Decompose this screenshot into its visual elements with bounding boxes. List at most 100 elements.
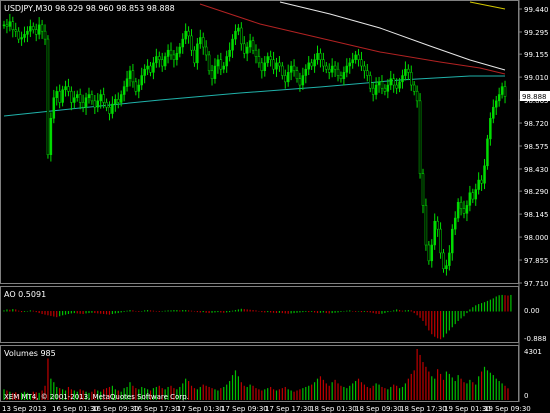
candle-body — [87, 94, 91, 98]
price-level-label: 99.010 — [524, 74, 549, 82]
chart-canvas: 99.44099.29599.15599.01098.86598.72098.5… — [0, 0, 550, 413]
candle-body — [486, 138, 489, 167]
candle-body — [357, 54, 360, 60]
candle-body — [96, 100, 100, 108]
candle-body — [421, 173, 425, 206]
candle-body — [462, 208, 466, 214]
candle-body — [61, 89, 64, 103]
candle-body — [20, 37, 23, 40]
price-level-label: 98.290 — [524, 188, 549, 196]
candle-body — [122, 86, 126, 95]
ao-histogram — [3, 294, 512, 340]
candle-body — [76, 94, 79, 98]
candle-body — [119, 94, 123, 103]
candle-body — [304, 68, 308, 76]
candle-body — [111, 103, 114, 114]
candle-body — [494, 100, 498, 108]
candle-body — [333, 65, 337, 70]
candle-body — [201, 37, 205, 48]
time-label: 13 Sep 2013 — [2, 405, 46, 413]
time-label: 18 Sep 09:30 — [355, 405, 402, 413]
candle-body — [483, 165, 486, 184]
candle-body — [266, 56, 269, 64]
candle-body — [342, 72, 346, 79]
candle-body — [99, 94, 102, 102]
candle-body — [70, 91, 73, 103]
candle-body — [102, 94, 105, 103]
price-level-label: 99.295 — [524, 29, 549, 37]
candle-body — [199, 37, 202, 45]
candle-body — [225, 56, 228, 67]
candle-body — [439, 228, 442, 254]
candle-body — [269, 56, 272, 60]
candle-body — [295, 70, 299, 79]
time-axis-labels: 13 Sep 2013 16 Sep 01:3016 Sep 09:3016 Se… — [2, 405, 531, 413]
candle-body — [169, 49, 173, 56]
candle-body — [325, 65, 328, 70]
candle-body — [392, 78, 395, 86]
price-level-label: 98.430 — [524, 166, 549, 174]
candle-body — [8, 21, 12, 27]
candle-body — [219, 59, 223, 70]
candle-body — [231, 38, 234, 51]
candle-body — [172, 54, 176, 60]
candlesticks — [2, 13, 507, 276]
candle-body — [336, 68, 340, 76]
candle-body — [140, 75, 143, 86]
candle-body — [351, 59, 354, 64]
current-price-label: 98.888 — [522, 93, 547, 101]
candle-body — [152, 62, 155, 73]
candle-body — [14, 29, 17, 32]
candle-body — [348, 62, 351, 67]
candle-body — [307, 62, 310, 70]
candle-body — [430, 244, 434, 262]
time-label: 18 Sep 17:30 — [400, 405, 447, 413]
candle-body — [43, 30, 47, 40]
candle-body — [445, 265, 448, 269]
candle-body — [451, 228, 454, 254]
candle-body — [319, 53, 322, 60]
candle-body — [207, 54, 211, 72]
candle-body — [453, 217, 457, 230]
candle-body — [160, 59, 164, 67]
candle-body — [131, 70, 135, 83]
candle-body — [316, 53, 319, 60]
candle-body — [363, 65, 366, 72]
candle-body — [237, 27, 240, 32]
candle-body — [2, 24, 6, 27]
candle-body — [260, 62, 264, 72]
candle-body — [137, 84, 141, 92]
candle-body — [248, 40, 252, 48]
candle-body — [184, 30, 187, 40]
candle-body — [149, 65, 152, 73]
candle-body — [49, 118, 53, 155]
candle-body — [459, 201, 463, 209]
candle-body — [313, 59, 316, 67]
price-axis-labels: 99.44099.29599.15599.01098.86598.72098.5… — [519, 6, 549, 288]
candle-body — [243, 43, 246, 54]
candle-body — [354, 54, 357, 60]
candle-body — [474, 189, 477, 200]
time-label: 18 Sep 01:30 — [310, 405, 357, 413]
price-level-label: 98.575 — [524, 143, 549, 151]
candle-body — [395, 84, 398, 89]
candle-body — [301, 75, 305, 86]
candle-body — [386, 84, 390, 92]
candle-body — [415, 91, 419, 102]
candle-body — [32, 26, 35, 30]
candle-body — [93, 100, 97, 108]
candle-body — [196, 43, 199, 64]
candle-body — [497, 94, 501, 102]
candle-body — [125, 78, 129, 87]
candle-body — [286, 72, 290, 83]
candle-body — [67, 86, 70, 92]
candle-body — [263, 62, 267, 72]
candle-body — [389, 78, 393, 86]
candle-body — [427, 244, 431, 262]
ao-header: AO 0.5091 — [4, 290, 46, 299]
candle-body — [366, 70, 369, 76]
candle-body — [257, 56, 261, 64]
candle-body — [410, 72, 413, 86]
candle-body — [55, 91, 58, 98]
candle-body — [442, 252, 445, 269]
